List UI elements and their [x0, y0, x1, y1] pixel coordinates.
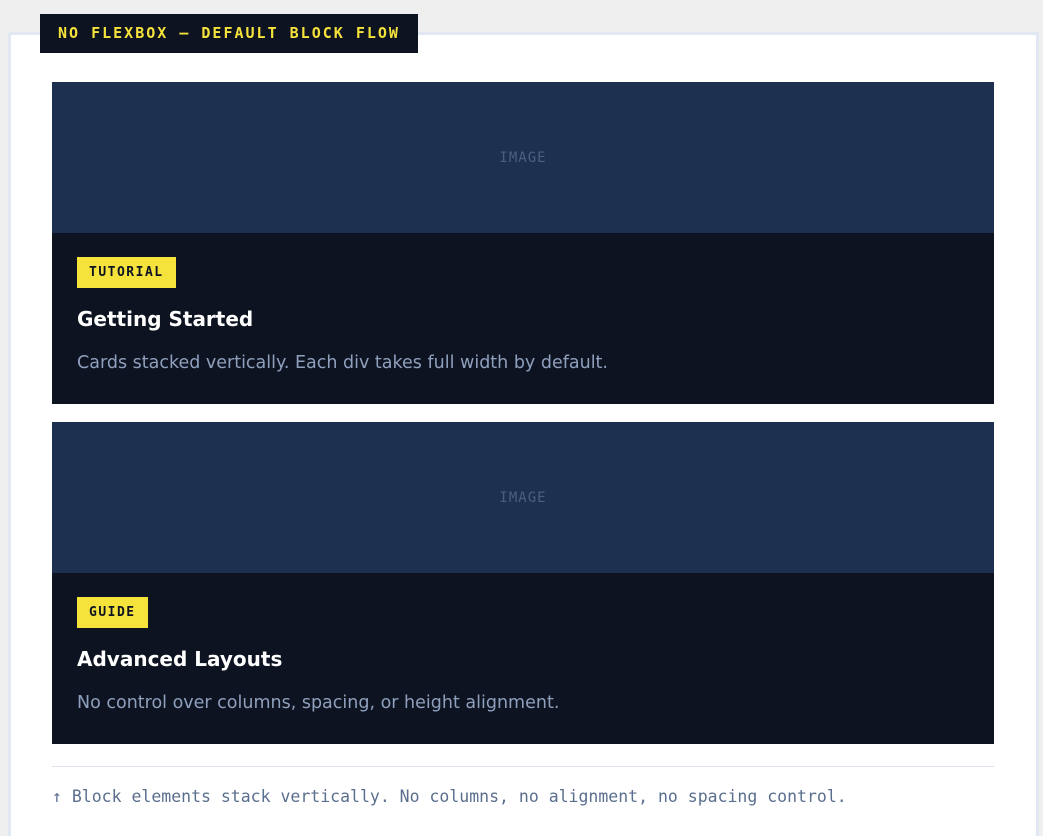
- image-placeholder-label: IMAGE: [499, 489, 547, 506]
- demo-label: NO FLEXBOX — DEFAULT BLOCK FLOW: [40, 14, 418, 53]
- image-placeholder-label: IMAGE: [499, 149, 547, 166]
- card: IMAGE GUIDE Advanced Layouts No control …: [52, 422, 994, 744]
- footer-caption: ↑ Block elements stack vertically. No co…: [52, 787, 847, 806]
- card-title: Getting Started: [77, 307, 254, 331]
- card-title: Advanced Layouts: [77, 647, 283, 671]
- card: IMAGE TUTORIAL Getting Started Cards sta…: [52, 82, 994, 404]
- card-description: No control over columns, spacing, or hei…: [77, 693, 560, 713]
- card-body: GUIDE Advanced Layouts No control over c…: [52, 573, 994, 716]
- card-tag: GUIDE: [77, 597, 148, 628]
- divider: [52, 766, 994, 767]
- card-tag: TUTORIAL: [77, 257, 176, 288]
- card-image-placeholder: IMAGE: [52, 82, 994, 233]
- card-body: TUTORIAL Getting Started Cards stacked v…: [52, 233, 994, 376]
- card-description: Cards stacked vertically. Each div takes…: [77, 353, 608, 373]
- card-image-placeholder: IMAGE: [52, 422, 994, 573]
